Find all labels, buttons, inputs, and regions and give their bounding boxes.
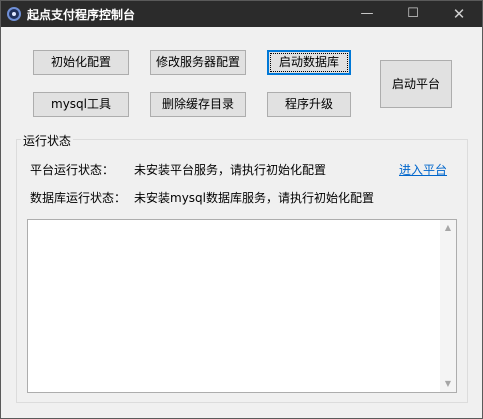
run-status-group-label: 运行状态 bbox=[21, 132, 74, 149]
maximize-icon[interactable]: ☐ bbox=[390, 1, 436, 27]
log-output-textarea[interactable]: ▲ ▼ bbox=[27, 219, 457, 393]
db-status-label: 数据库运行状态： bbox=[30, 191, 127, 205]
platform-status-value: 未安装平台服务，请执行初始化配置 bbox=[134, 163, 327, 177]
log-scrollbar[interactable]: ▲ ▼ bbox=[440, 220, 456, 392]
minimize-icon[interactable]: — bbox=[344, 1, 390, 27]
scroll-down-arrow-icon[interactable]: ▼ bbox=[440, 376, 456, 392]
delete-cache-dir-button[interactable]: 删除缓存目录 bbox=[150, 92, 246, 117]
title-bar[interactable]: 起点支付程序控制台 — ☐ ✕ bbox=[1, 1, 482, 27]
enter-platform-link[interactable]: 进入平台 bbox=[399, 161, 447, 178]
db-status-value: 未安装mysql数据库服务，请执行初始化配置 bbox=[134, 191, 374, 205]
scroll-up-arrow-icon[interactable]: ▲ bbox=[440, 220, 456, 236]
mysql-tool-button[interactable]: mysql工具 bbox=[33, 92, 129, 117]
platform-status-label: 平台运行状态： bbox=[30, 163, 115, 177]
main-window: 起点支付程序控制台 — ☐ ✕ 初始化配置 修改服务器配置 启动数据库 mysq… bbox=[0, 0, 483, 419]
program-upgrade-button[interactable]: 程序升级 bbox=[267, 92, 351, 117]
start-platform-button[interactable]: 启动平台 bbox=[380, 60, 452, 108]
start-database-button[interactable]: 启动数据库 bbox=[267, 50, 351, 75]
window-title: 起点支付程序控制台 bbox=[27, 8, 136, 22]
modify-server-config-button[interactable]: 修改服务器配置 bbox=[150, 50, 246, 75]
app-logo-icon bbox=[7, 7, 21, 21]
init-config-button[interactable]: 初始化配置 bbox=[33, 50, 129, 75]
close-icon[interactable]: ✕ bbox=[436, 1, 482, 27]
